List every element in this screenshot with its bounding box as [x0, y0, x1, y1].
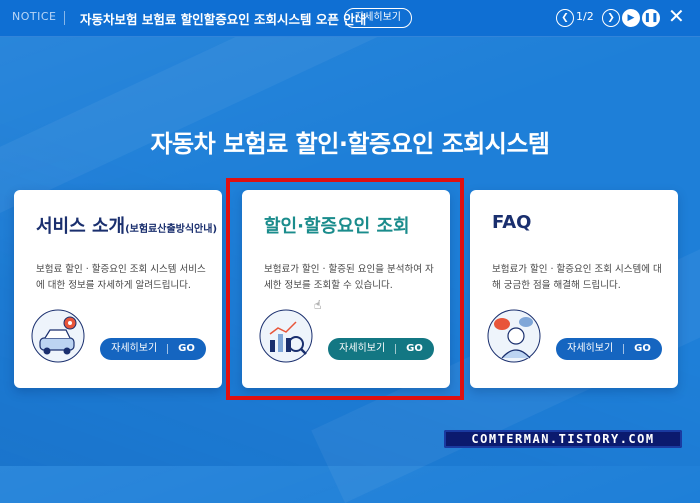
notice-bar: NOTICE 자동차보험 보험료 할인할증요인 조회시스템 오픈 안내 자세히보… — [0, 0, 700, 37]
notice-text[interactable]: 자동차보험 보험료 할인할증요인 조회시스템 오픈 안내 — [80, 9, 366, 28]
page-title: 자동차 보험료 할인·할증요인 조회시스템 — [150, 130, 550, 158]
button-go: GO — [634, 343, 651, 354]
card-title-text: 서비스 소개 — [36, 216, 126, 237]
card-title: 서비스 소개(보험료산출방식안내) — [36, 212, 217, 238]
card-title-sub: (보험료산출방식안내) — [125, 224, 218, 235]
hand-cursor-icon: ☝ — [314, 298, 322, 312]
button-label: 자세히보기 — [111, 343, 158, 354]
car-gear-icon — [31, 309, 85, 363]
button-separator — [167, 344, 169, 354]
service-intro-detail-button[interactable]: 자세히보기 GO — [100, 338, 206, 360]
faq-detail-button[interactable]: 자세히보기 GO — [556, 338, 662, 360]
button-go: GO — [178, 343, 195, 354]
card-faq: FAQ 보험료가 할인 · 할증요인 조회 시스템에 대해 궁금한 점을 해결해… — [470, 190, 678, 388]
highlight-box — [226, 178, 464, 400]
watermark: COMTERMAN.TISTORY.COM — [444, 430, 682, 448]
person-chat-icon — [487, 309, 541, 363]
button-label: 자세히보기 — [567, 343, 614, 354]
close-icon[interactable]: ✕ — [668, 6, 685, 26]
notice-divider — [64, 11, 65, 25]
chevron-left-icon[interactable]: ❮ — [556, 9, 574, 27]
button-separator — [623, 344, 625, 354]
chevron-right-icon[interactable]: ❯ — [602, 9, 620, 27]
play-icon[interactable]: ▶ — [622, 9, 640, 27]
card-title: FAQ — [492, 212, 532, 233]
notice-pager: 1/2 — [576, 10, 594, 23]
pause-icon[interactable]: ❚❚ — [642, 9, 660, 27]
card-description: 보험료가 할인 · 할증요인 조회 시스템에 대해 궁금한 점을 해결해 드립니… — [492, 264, 662, 291]
notice-detail-button[interactable]: 자세히보기 — [344, 8, 412, 28]
card-description: 보험료 할인 · 할증요인 조회 시스템 서비스에 대한 정보를 자세하게 알려… — [36, 264, 206, 291]
card-service-intro: 서비스 소개(보험료산출방식안내) 보험료 할인 · 할증요인 조회 시스템 서… — [14, 190, 222, 388]
notice-label: NOTICE — [12, 10, 57, 23]
